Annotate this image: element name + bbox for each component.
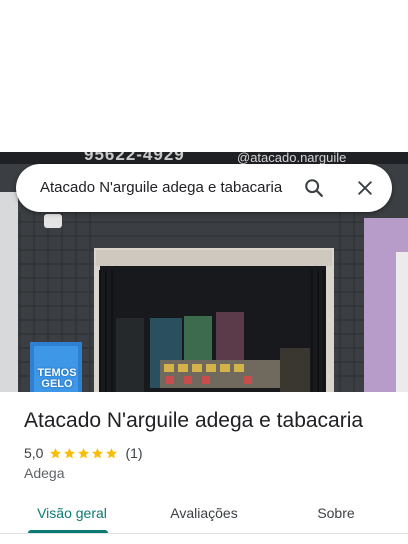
tab-about[interactable]: Sobre [296, 496, 376, 532]
close-icon [358, 181, 372, 195]
star-icon [50, 447, 62, 458]
close-button[interactable] [349, 172, 381, 204]
rating-value: 5,0 [24, 445, 44, 461]
poster-text: TEMOS GELO [37, 367, 77, 390]
rating-row[interactable]: 5,0 (1) [24, 444, 143, 462]
tabs-divider [0, 533, 408, 534]
place-category: Adega [24, 465, 65, 481]
star-icon [78, 447, 90, 458]
tab-reviews[interactable]: Avaliações [152, 496, 256, 532]
star-icon [92, 447, 104, 458]
search-bar[interactable]: Atacado N'arguile adega e tabacaria [16, 164, 392, 212]
star-icon [106, 447, 118, 458]
search-icon [305, 179, 323, 197]
review-count[interactable]: (1) [125, 445, 142, 461]
star-icon [64, 447, 76, 458]
search-button[interactable] [298, 172, 330, 204]
star-rating [49, 447, 119, 460]
place-title: Atacado N'arguile adega e tabacaria [24, 409, 364, 432]
place-tabs: Visão geral Avaliações Sobre [0, 496, 408, 536]
tab-overview[interactable]: Visão geral [24, 496, 120, 532]
search-query-text[interactable]: Atacado N'arguile adega e tabacaria [40, 164, 304, 212]
